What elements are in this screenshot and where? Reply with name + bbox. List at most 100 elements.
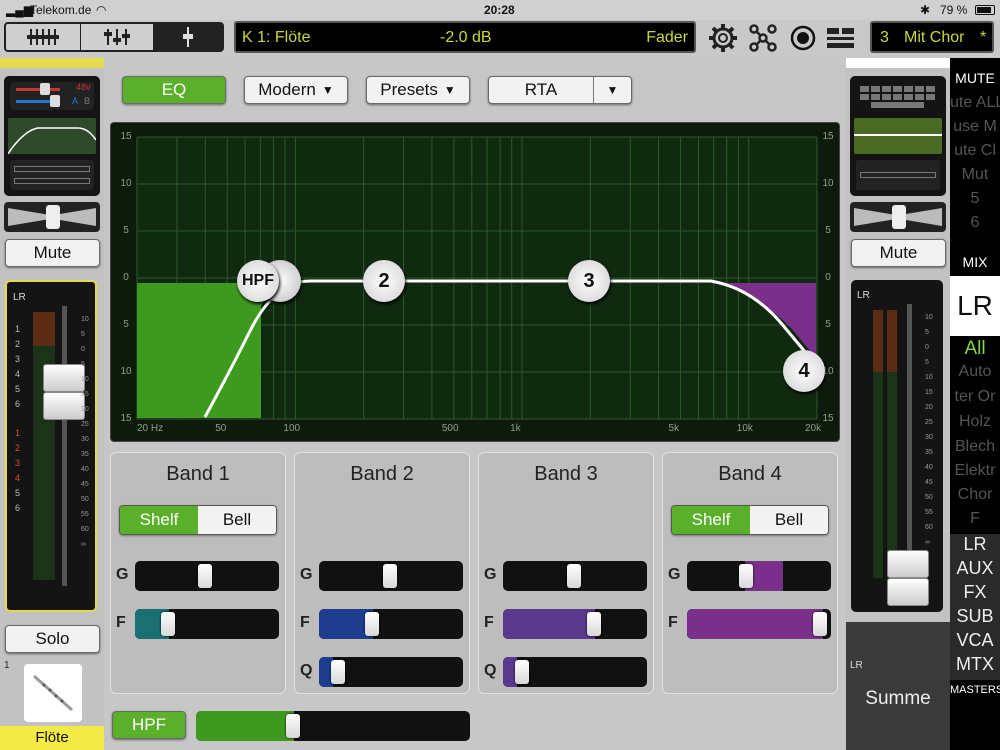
band2-freq-slider[interactable]: [319, 609, 463, 639]
bus-mute-button[interactable]: Mute: [851, 239, 946, 267]
filter-item[interactable]: Blech: [950, 438, 1000, 456]
slider-knob[interactable]: [813, 612, 827, 636]
snapshot-modified-mark: *: [980, 29, 987, 46]
slider-knob[interactable]: [515, 660, 529, 684]
band2-gain-slider[interactable]: [319, 561, 463, 591]
slider-knob[interactable]: [161, 612, 175, 636]
channel-fader-knob-lower[interactable]: [43, 392, 85, 420]
slider-knob[interactable]: [587, 612, 601, 636]
band4-bell-button[interactable]: Bell: [750, 506, 828, 534]
mute-group-2[interactable]: use M: [950, 118, 1000, 138]
slider-knob[interactable]: [739, 564, 753, 588]
slider-knob[interactable]: [383, 564, 397, 588]
y-tick-label: 10: [120, 366, 132, 377]
channel-name-label[interactable]: Flöte: [0, 726, 104, 750]
band2-node[interactable]: 2: [363, 260, 405, 302]
bus-overview[interactable]: [850, 76, 946, 196]
eq-toggle-button[interactable]: EQ: [122, 76, 226, 104]
mix-selected-lr[interactable]: LR: [950, 276, 1000, 336]
band4-shelf-button[interactable]: Shelf: [672, 506, 750, 534]
mute-button[interactable]: Mute: [5, 239, 100, 267]
band1-bell-button[interactable]: Bell: [198, 506, 276, 534]
filter-item[interactable]: ter Or: [950, 388, 1000, 406]
band3-freq-slider[interactable]: [503, 609, 647, 639]
mixer-view-button[interactable]: [6, 24, 80, 50]
pan-knob[interactable]: [46, 205, 60, 229]
band1-freq-slider[interactable]: [135, 609, 279, 639]
bus-type-sub[interactable]: SUB: [950, 606, 1000, 627]
settings-button[interactable]: [706, 23, 740, 53]
channel-display-mode: Fader: [646, 29, 688, 46]
eq-graph[interactable]: 15 10 5 0 5 10 15 15 10 5 0 5 10 15 20 Hz 50 100 500 1k 5…: [110, 122, 840, 442]
layout-button[interactable]: [824, 23, 858, 53]
band2-q-label: Q: [300, 662, 313, 679]
wifi-icon: ◠: [96, 3, 107, 17]
channel-image[interactable]: [24, 664, 82, 722]
meter-scale-label: 4: [15, 473, 21, 483]
chevron-down-icon: ▼: [443, 83, 456, 97]
pan-control[interactable]: [4, 202, 100, 232]
record-icon: [790, 25, 816, 51]
slider-knob[interactable]: [331, 660, 345, 684]
x-tick-label: 500: [441, 423, 459, 434]
mute-group-4[interactable]: Mut: [950, 166, 1000, 186]
record-button[interactable]: [786, 23, 820, 53]
fader-scale: 10 5 0 5 10 15 20 25 30 35 40 45 50 55 60 ∞: [81, 316, 89, 548]
mute-group-6[interactable]: 6: [950, 214, 1000, 234]
band4-freq-slider[interactable]: [687, 609, 831, 639]
band4-gain-slider[interactable]: [687, 561, 831, 591]
bus-type-lr[interactable]: LR: [950, 534, 1000, 555]
lr-label: LR: [13, 292, 26, 303]
level-meter: [33, 312, 55, 580]
mute-group-1[interactable]: ute ALL: [950, 94, 1000, 114]
bus-fader-knob[interactable]: [887, 550, 929, 578]
band1-gain-slider[interactable]: [135, 561, 279, 591]
x-tick-label: 1k: [510, 423, 521, 434]
hpf-toggle-button[interactable]: HPF: [112, 711, 186, 739]
slider-knob[interactable]: [198, 564, 212, 588]
curve-mode-dropdown[interactable]: Modern ▼: [244, 76, 348, 104]
filter-all[interactable]: All: [950, 338, 1000, 360]
balance-knob[interactable]: [892, 205, 906, 229]
rta-dropdown[interactable]: RTA ▼: [488, 76, 632, 104]
single-fader-view-button[interactable]: [154, 24, 222, 50]
band3-node[interactable]: 3: [568, 260, 610, 302]
bus-fader-scale: 10 5 0 5 10 15 20 25 30 35 40 45 50 55 60 ∞: [925, 314, 933, 546]
bus-type-mtx[interactable]: MTX: [950, 654, 1000, 675]
mute-group-3[interactable]: ute Cl: [950, 142, 1000, 162]
band3-panel: Band 3 G F Q: [478, 452, 654, 694]
hpf-freq-slider[interactable]: [196, 711, 470, 741]
band3-q-slider[interactable]: [503, 657, 647, 687]
filter-item[interactable]: Auto: [950, 363, 1000, 381]
presets-dropdown[interactable]: Presets ▼: [366, 76, 470, 104]
bus-type-vca[interactable]: VCA: [950, 630, 1000, 651]
mute-group-5[interactable]: 5: [950, 190, 1000, 210]
bus-name-area[interactable]: LR Summe: [846, 622, 950, 750]
rta-label: RTA: [524, 80, 558, 99]
filter-item[interactable]: Elektr: [950, 462, 1000, 480]
band4-node[interactable]: 4: [783, 350, 825, 392]
slider-knob[interactable]: [365, 612, 379, 636]
view-switcher: [4, 22, 224, 52]
routing-button[interactable]: [746, 23, 780, 53]
filter-item[interactable]: Holz: [950, 413, 1000, 431]
hpf-node[interactable]: HPF: [237, 260, 279, 302]
filter-item[interactable]: F: [950, 510, 1000, 528]
channel-overview[interactable]: 48v A B: [4, 76, 100, 196]
slider-knob[interactable]: [286, 714, 300, 738]
bus-type-aux[interactable]: AUX: [950, 558, 1000, 579]
masters-label[interactable]: MASTERS: [950, 684, 1000, 696]
bus-type-fx[interactable]: FX: [950, 582, 1000, 603]
snapshot-display[interactable]: 3 Mit Chor *: [870, 21, 994, 53]
solo-button[interactable]: Solo: [5, 625, 100, 653]
channel-view-button[interactable]: [81, 24, 153, 50]
balance-control[interactable]: [850, 202, 946, 232]
bus-fader-knob-lower[interactable]: [887, 578, 929, 606]
mixer-icon: [27, 29, 59, 45]
filter-item[interactable]: Chor: [950, 486, 1000, 504]
band1-shelf-button[interactable]: Shelf: [120, 506, 198, 534]
channel-fader-knob[interactable]: [43, 364, 85, 392]
band3-gain-slider[interactable]: [503, 561, 647, 591]
band2-q-slider[interactable]: [319, 657, 463, 687]
slider-knob[interactable]: [567, 564, 581, 588]
